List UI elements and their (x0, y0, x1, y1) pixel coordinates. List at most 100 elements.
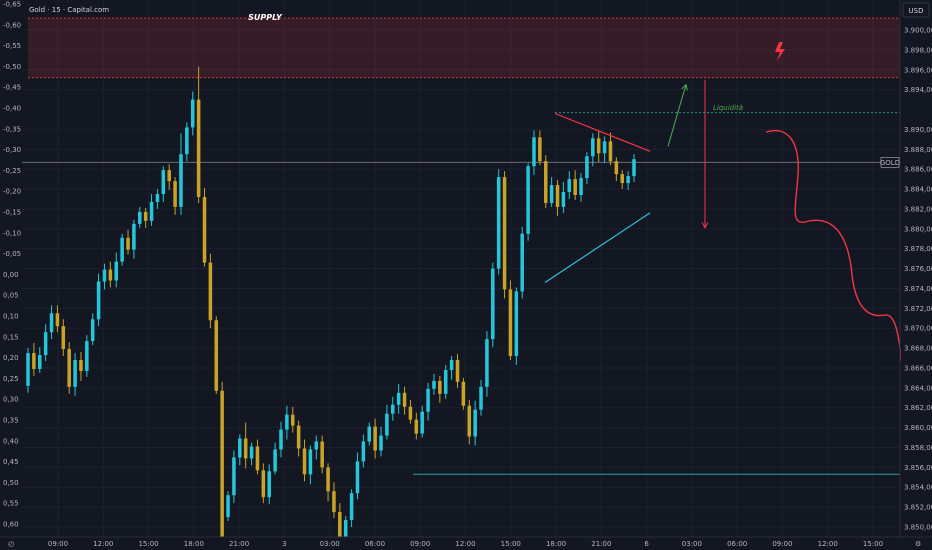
candle-body (108, 269, 113, 281)
candle-body (361, 441, 366, 462)
time-axis-tick: 06:00 (727, 540, 747, 548)
timezone-icon[interactable]: ◴ (8, 540, 14, 548)
candle-body (232, 457, 236, 496)
left-axis-tick: 0,40 (3, 437, 19, 445)
candle-body (320, 441, 324, 468)
candle-body (155, 194, 160, 202)
right-axis-tick: 3.888,00 (904, 146, 932, 154)
right-axis-tick: 3.900,00 (904, 27, 932, 35)
time-axis-tick: 18:00 (184, 540, 204, 548)
left-axis-tick: -0,10 (3, 229, 21, 237)
candle-body (273, 449, 277, 472)
candle-body (508, 289, 513, 357)
right-axis-tick: 3.858,00 (904, 444, 932, 452)
candle-body (185, 127, 189, 155)
candle-body (485, 339, 489, 387)
candle-body (379, 435, 383, 451)
candle-body (314, 441, 319, 450)
right-axis-tick: 3.876,00 (904, 265, 932, 273)
right-axis-tick: 3.852,00 (904, 504, 932, 512)
candle-body (296, 425, 301, 449)
candle-body (338, 512, 342, 537)
candle-body (196, 99, 201, 197)
candle-body (243, 438, 248, 459)
candle-body (532, 137, 536, 167)
candle-body (526, 166, 530, 234)
candle-body (432, 380, 436, 389)
right-axis-tick: 3.890,00 (904, 126, 932, 134)
candlestick-chart[interactable]: SUPPLY GOLD3.886,693.891,683.855,31 Liqu… (0, 0, 932, 550)
candle-body (161, 170, 166, 195)
candle-body (514, 291, 519, 357)
right-axis-tick: 3.880,00 (904, 225, 932, 233)
right-axis-tick: 3.860,00 (904, 424, 932, 432)
time-axis-tick: 12:00 (93, 540, 113, 548)
left-axis-tick: -0,25 (3, 167, 21, 175)
time-axis-tick: 06:00 (365, 540, 385, 548)
right-axis-tick: 3.862,00 (904, 404, 932, 412)
currency-label: USD (909, 7, 924, 15)
candle-body (79, 360, 83, 371)
time-axis-tick: 12:00 (818, 540, 838, 548)
candle-body (255, 446, 260, 471)
candle-body (290, 414, 295, 426)
candle-body (355, 461, 360, 494)
left-axis-tick: 0,50 (3, 479, 19, 487)
candle-body (443, 369, 448, 394)
candle-body (38, 355, 42, 369)
time-axis-tick: 21:00 (591, 540, 611, 548)
time-axis-tick: 15:00 (863, 540, 883, 548)
candle-body (449, 360, 454, 370)
time-axis-tick: 6 (644, 540, 649, 548)
candle-body (349, 493, 354, 521)
left-axis-tick: 0,25 (3, 375, 19, 383)
right-axis-tick: 3.868,00 (904, 345, 932, 353)
candle-body (520, 233, 524, 292)
candle-body (573, 179, 577, 196)
time-axis-tick: 03:00 (682, 540, 702, 548)
candle-body (591, 138, 595, 157)
candle-body (132, 223, 136, 250)
candle-body (555, 185, 560, 207)
right-axis-tick: 3.882,00 (904, 205, 932, 213)
liquidity-label: Liquidità (713, 104, 743, 112)
candle-body (549, 185, 554, 203)
left-axis-tick: 0,45 (3, 458, 19, 466)
candle-body (43, 332, 48, 356)
candle-body (308, 449, 313, 475)
candle-body (143, 211, 148, 221)
candle-body (373, 426, 377, 451)
currency-button[interactable]: USD (902, 2, 930, 18)
candle-body (626, 176, 630, 184)
supply-zone-box (28, 18, 900, 78)
candle-body (96, 281, 101, 320)
time-axis-tick: 18:00 (546, 540, 566, 548)
candle-body (543, 161, 548, 203)
left-axis-tick: -0,45 (3, 84, 21, 92)
settings-icon[interactable]: ⚙ (915, 540, 921, 548)
left-axis-tick: -0,05 (3, 250, 21, 258)
left-axis-tick: 0,60 (3, 521, 19, 529)
time-axis-tick: 09:00 (772, 540, 792, 548)
candle-body (385, 413, 389, 436)
right-axis-tick: 3.884,00 (904, 186, 932, 194)
candle-body (496, 177, 501, 269)
candle-body (208, 262, 213, 321)
right-axis-tick: 3.856,00 (904, 464, 932, 472)
candle-body (438, 380, 442, 394)
candle-body (102, 269, 107, 282)
candle-body (126, 237, 130, 250)
candle-body (614, 161, 619, 175)
left-axis-tick: 0,00 (3, 271, 19, 279)
right-axis-tick: 3.854,00 (904, 484, 932, 492)
supply-zone: SUPPLY (28, 13, 900, 79)
candle-body (267, 471, 271, 498)
right-axis-tick: 3.870,00 (904, 325, 932, 333)
candle-body (491, 268, 495, 340)
left-axis-tick: 0,05 (3, 292, 19, 300)
left-axis-tick: 0,35 (3, 417, 19, 425)
time-axis-tick: 03:00 (320, 540, 340, 548)
candle-body (579, 178, 583, 196)
left-axis-tick: 0,30 (3, 396, 19, 404)
right-axis-tick: 3.866,00 (904, 364, 932, 372)
